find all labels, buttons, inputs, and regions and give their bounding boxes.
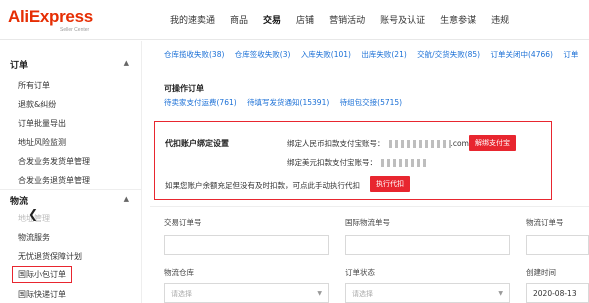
stat-pending-freight[interactable]: 待卖家支付运费(761) bbox=[164, 98, 237, 107]
rmb-account-label: 绑定人民币扣款支付宝账号： bbox=[287, 139, 385, 148]
search-form: 交易订单号 国际物流单号 物流订单号 物流仓库 请选择 ▼ 订单状态 请选择 ▼… bbox=[150, 206, 589, 303]
usd-account-line: 绑定美元扣款支付宝账号： bbox=[287, 157, 429, 168]
topnav-marketing[interactable]: 营销活动 bbox=[329, 13, 365, 26]
topnav-violations[interactable]: 违规 bbox=[491, 13, 509, 26]
sidebar-item-address-risk[interactable]: 地址风险监测 bbox=[18, 137, 66, 148]
top-header: AliExpress Seller Center 我的速卖通 商品 交易 店铺 … bbox=[0, 0, 589, 40]
stat-warehouse-receipt-failed[interactable]: 仓库签收失败(3) bbox=[235, 50, 291, 59]
sidebar-divider bbox=[0, 189, 142, 190]
stat-outbound-failed[interactable]: 出库失败(21) bbox=[361, 50, 406, 59]
topnav-products[interactable]: 商品 bbox=[230, 13, 248, 26]
stat-order-cut[interactable]: 订单 bbox=[563, 50, 578, 59]
sidebar-item-logistics-service[interactable]: 物流服务 bbox=[18, 232, 50, 243]
trade-order-input[interactable] bbox=[164, 235, 329, 255]
trade-order-label: 交易订单号 bbox=[164, 218, 202, 227]
agent-pay-settings-panel: 代扣账户绑定设置 绑定人民币扣款支付宝账号： .com 解绑支付宝 绑定美元扣款支… bbox=[154, 121, 552, 200]
logistics-order-label: 物流订单号 bbox=[526, 218, 564, 227]
aliexpress-logo[interactable]: AliExpress Seller Center bbox=[8, 7, 93, 33]
masked-account-value bbox=[388, 140, 451, 148]
rmb-account-suffix: .com bbox=[450, 139, 469, 148]
logo-subtitle: Seller Center bbox=[60, 27, 90, 33]
intl-logistics-label: 国际物流单号 bbox=[345, 218, 390, 227]
intl-logistics-input[interactable] bbox=[345, 235, 510, 255]
sidebar-item-all-orders[interactable]: 所有订单 bbox=[18, 80, 50, 91]
masked-account-value bbox=[381, 159, 429, 167]
warehouse-placeholder: 请选择 bbox=[171, 290, 192, 298]
sidebar-item-combined-shipping[interactable]: 合发业务发货单管理 bbox=[18, 156, 90, 167]
sidebar-item-refunds[interactable]: 退款&纠纷 bbox=[18, 99, 56, 110]
status-label: 订单状态 bbox=[345, 268, 375, 277]
sidebar-item-bulk-export[interactable]: 订单批量导出 bbox=[18, 118, 66, 129]
stat-handover-failed[interactable]: 交航/交货失败(85) bbox=[417, 50, 480, 59]
topnav-account[interactable]: 账号及认证 bbox=[380, 13, 425, 26]
stats-failure-row: 仓库揽收失败(38) 仓库签收失败(3) 入库失败(101) 出库失败(21) … bbox=[164, 49, 586, 60]
sidebar-item-intl-small-parcel[interactable]: 国际小包订单 bbox=[12, 266, 72, 283]
back-arrow-icon[interactable]: ❮ bbox=[28, 207, 38, 221]
stat-warehouse-pickup-failed[interactable]: 仓库揽收失败(38) bbox=[164, 50, 224, 59]
stat-pending-shipping-notice[interactable]: 待填写发货通知(15391) bbox=[247, 98, 329, 107]
main-content: 仓库揽收失败(38) 仓库签收失败(3) 入库失败(101) 出库失败(21) … bbox=[150, 41, 589, 303]
topnav-transactions[interactable]: 交易 bbox=[263, 13, 281, 26]
created-date-input[interactable]: 2020-08-13 bbox=[526, 283, 589, 303]
stat-pending-handover[interactable]: 待组包交接(5715) bbox=[340, 98, 402, 107]
rmb-account-line: 绑定人民币扣款支付宝账号： .com bbox=[287, 138, 469, 149]
agent-pay-title: 代扣账户绑定设置 bbox=[165, 139, 229, 148]
collapse-caret-icon[interactable]: ▲ bbox=[124, 59, 129, 67]
chevron-down-icon: ▼ bbox=[498, 290, 503, 297]
topnav-store[interactable]: 店铺 bbox=[296, 13, 314, 26]
sidebar-section-orders[interactable]: 订单 bbox=[10, 58, 28, 71]
warehouse-label: 物流仓库 bbox=[164, 268, 194, 277]
status-select[interactable]: 请选择 ▼ bbox=[345, 283, 510, 303]
sidebar-item-return-guarantee[interactable]: 无忧退货保障计划 bbox=[18, 251, 82, 262]
unbind-alipay-button[interactable]: 解绑支付宝 bbox=[469, 135, 516, 151]
operable-orders-title: 可操作订单 bbox=[164, 84, 204, 93]
chevron-down-icon: ▼ bbox=[317, 290, 322, 297]
logo-text: AliExpress bbox=[8, 7, 93, 26]
usd-account-label: 绑定美元扣款支付宝账号： bbox=[287, 158, 377, 167]
sidebar-item-intl-express[interactable]: 国际快递订单 bbox=[18, 289, 66, 300]
warehouse-select[interactable]: 请选择 ▼ bbox=[164, 283, 329, 303]
topnav-my-aliexpress[interactable]: 我的速卖通 bbox=[170, 13, 215, 26]
collapse-caret-icon[interactable]: ▲ bbox=[124, 195, 129, 203]
top-navigation: 我的速卖通 商品 交易 店铺 营销活动 账号及认证 生意参谋 违规 bbox=[170, 13, 524, 26]
operable-orders-row: 待卖家支付运费(761) 待填写发货通知(15391) 待组包交接(5715) bbox=[164, 97, 410, 108]
status-placeholder: 请选择 bbox=[352, 290, 373, 298]
manual-deduct-tip: 如果您账户余额充足但没有及时扣款，可点此手动执行代扣 bbox=[165, 181, 360, 190]
created-time-label: 创建时间 bbox=[526, 268, 556, 277]
topnav-business-advisor[interactable]: 生意参谋 bbox=[440, 13, 476, 26]
sidebar-item-combined-returns[interactable]: 合发业务退货单管理 bbox=[18, 175, 90, 186]
stat-order-closing[interactable]: 订单关闭中(4766) bbox=[491, 50, 553, 59]
sidebar: 订单 ▲ 所有订单 退款&纠纷 订单批量导出 地址风险监测 合发业务发货单管理 … bbox=[0, 41, 142, 303]
stat-inbound-failed[interactable]: 入库失败(101) bbox=[301, 50, 351, 59]
logistics-order-input[interactable] bbox=[526, 235, 589, 255]
execute-deduct-button[interactable]: 执行代扣 bbox=[370, 176, 410, 192]
sidebar-section-logistics[interactable]: 物流 bbox=[10, 194, 28, 207]
